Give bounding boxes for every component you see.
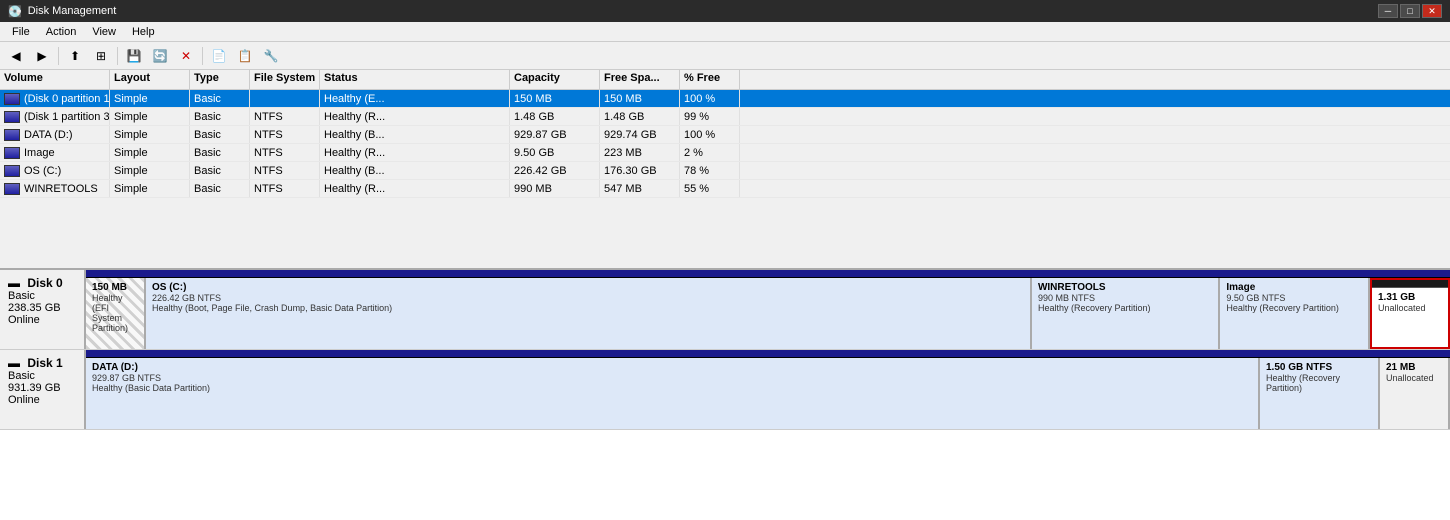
cell-free: 150 MB: [600, 90, 680, 107]
disk1-status: Online: [8, 394, 76, 406]
disk1-bar-header: [86, 350, 1450, 358]
disk1-part-recovery[interactable]: 1.50 GB NTFS Healthy (Recovery Partition…: [1260, 358, 1380, 429]
disk0-part-unallocated[interactable]: 1.31 GB Unallocated: [1370, 278, 1450, 349]
col-header-capacity: Capacity: [510, 70, 600, 89]
disk-section: ▬ Disk 0 Basic 238.35 GB Online 150 MB H…: [0, 270, 1450, 520]
volume-icon: [4, 147, 20, 159]
title-text: Disk Management: [28, 5, 117, 17]
volume-icon: [4, 165, 20, 177]
disk1-partitions-row: DATA (D:) 929.87 GB NTFS Healthy (Basic …: [86, 358, 1450, 429]
table-row[interactable]: OS (C:) Simple Basic NTFS Healthy (B... …: [0, 162, 1450, 180]
disk0-status: Online: [8, 314, 76, 326]
disk1-partitions: DATA (D:) 929.87 GB NTFS Healthy (Basic …: [86, 350, 1450, 429]
toolbar-sep-3: [202, 47, 203, 65]
cell-fs: [250, 90, 320, 107]
cell-volume: DATA (D:): [0, 126, 110, 143]
col-header-layout: Layout: [110, 70, 190, 89]
cell-volume: Image: [0, 144, 110, 161]
disk0-part-image[interactable]: Image 9.50 GB NTFS Healthy (Recovery Par…: [1220, 278, 1370, 349]
volume-icon: [4, 129, 20, 141]
table-row[interactable]: (Disk 0 partition 1) Simple Basic Health…: [0, 90, 1450, 108]
menu-file[interactable]: File: [4, 24, 38, 40]
table-row[interactable]: DATA (D:) Simple Basic NTFS Healthy (B..…: [0, 126, 1450, 144]
toolbar-sep-1: [58, 47, 59, 65]
col-header-type: Type: [190, 70, 250, 89]
menu-action[interactable]: Action: [38, 24, 85, 40]
disk1-type: Basic: [8, 370, 76, 382]
up-button[interactable]: ⬆: [63, 45, 87, 67]
forward-button[interactable]: ▶: [30, 45, 54, 67]
disk0-title: ▬ Disk 0: [8, 276, 76, 290]
disk0-bar-header: [86, 270, 1450, 278]
cell-volume: (Disk 0 partition 1): [0, 90, 110, 107]
toolbar: ◀ ▶ ⬆ ⊞ 💾 🔄 ✕ 📄 📋 🔧: [0, 42, 1450, 70]
disk0-type: Basic: [8, 290, 76, 302]
show-hide-button[interactable]: ⊞: [89, 45, 113, 67]
title-bar: 💽 Disk Management ─ □ ✕: [0, 0, 1450, 22]
toolbar-sep-2: [117, 47, 118, 65]
minimize-button[interactable]: ─: [1378, 4, 1398, 18]
volume-icon: [4, 111, 20, 123]
app-icon: 💽: [8, 5, 22, 18]
volume-icon: [4, 93, 20, 105]
settings-button[interactable]: 🔧: [259, 45, 283, 67]
cell-pct: 100 %: [680, 90, 740, 107]
col-header-volume: Volume: [0, 70, 110, 89]
title-bar-controls: ─ □ ✕: [1378, 4, 1442, 18]
table-row[interactable]: (Disk 1 partition 3) Simple Basic NTFS H…: [0, 108, 1450, 126]
col-header-pct: % Free: [680, 70, 740, 89]
refresh-button[interactable]: 🔄: [148, 45, 172, 67]
menu-view[interactable]: View: [84, 24, 124, 40]
cell-type: Basic: [190, 90, 250, 107]
disk1-row: ▬ Disk 1 Basic 931.39 GB Online DATA (D:…: [0, 350, 1450, 430]
back-button[interactable]: ◀: [4, 45, 28, 67]
menu-help[interactable]: Help: [124, 24, 163, 40]
save-button[interactable]: 💾: [122, 45, 146, 67]
copy-button[interactable]: 📋: [233, 45, 257, 67]
table-header: Volume Layout Type File System Status Ca…: [0, 70, 1450, 90]
disk1-title: ▬ Disk 1: [8, 356, 76, 370]
cell-volume: (Disk 1 partition 3): [0, 108, 110, 125]
col-header-status: Status: [320, 70, 510, 89]
disk0-label: ▬ Disk 0 Basic 238.35 GB Online: [0, 270, 86, 349]
disk1-size: 931.39 GB: [8, 382, 76, 394]
cell-volume: WINRETOOLS: [0, 180, 110, 197]
menu-bar: File Action View Help: [0, 22, 1450, 42]
table-row[interactable]: Image Simple Basic NTFS Healthy (R... 9.…: [0, 144, 1450, 162]
unalloc-header: [1372, 280, 1448, 288]
disk0-size: 238.35 GB: [8, 302, 76, 314]
help-button[interactable]: 📄: [207, 45, 231, 67]
maximize-button[interactable]: □: [1400, 4, 1420, 18]
volume-icon: [4, 183, 20, 195]
disk1-label: ▬ Disk 1 Basic 931.39 GB Online: [0, 350, 86, 429]
disk1-part-unallocated[interactable]: 21 MB Unallocated: [1380, 358, 1450, 429]
main-content: Volume Layout Type File System Status Ca…: [0, 70, 1450, 520]
disk0-row: ▬ Disk 0 Basic 238.35 GB Online 150 MB H…: [0, 270, 1450, 350]
cell-capacity: 150 MB: [510, 90, 600, 107]
volume-table: Volume Layout Type File System Status Ca…: [0, 70, 1450, 270]
delete-button[interactable]: ✕: [174, 45, 198, 67]
disk0-part-os[interactable]: OS (C:) 226.42 GB NTFS Healthy (Boot, Pa…: [146, 278, 1032, 349]
cell-status: Healthy (E...: [320, 90, 510, 107]
disk0-part-winretools[interactable]: WINRETOOLS 990 MB NTFS Healthy (Recovery…: [1032, 278, 1220, 349]
disk0-partitions-row: 150 MB Healthy (EFI System Partition) OS…: [86, 278, 1450, 349]
disk0-part-efi[interactable]: 150 MB Healthy (EFI System Partition): [86, 278, 146, 349]
disk0-partitions: 150 MB Healthy (EFI System Partition) OS…: [86, 270, 1450, 349]
close-button[interactable]: ✕: [1422, 4, 1442, 18]
col-header-fs: File System: [250, 70, 320, 89]
col-header-free: Free Spa...: [600, 70, 680, 89]
table-row[interactable]: WINRETOOLS Simple Basic NTFS Healthy (R.…: [0, 180, 1450, 198]
cell-layout: Simple: [110, 90, 190, 107]
disk1-part-data[interactable]: DATA (D:) 929.87 GB NTFS Healthy (Basic …: [86, 358, 1260, 429]
cell-volume: OS (C:): [0, 162, 110, 179]
